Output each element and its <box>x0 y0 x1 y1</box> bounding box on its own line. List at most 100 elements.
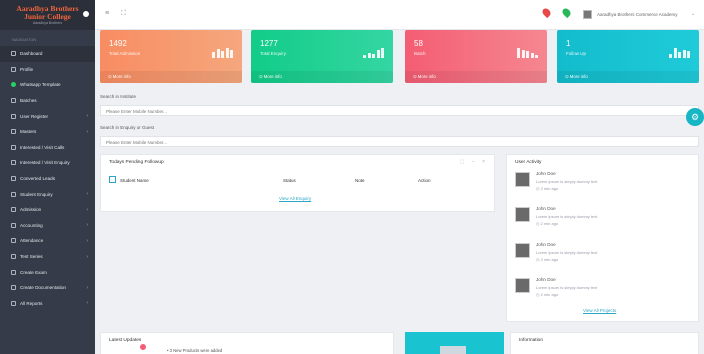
update-badge-icon[interactable] <box>140 344 146 350</box>
activity-name: John Doe <box>536 171 556 176</box>
sparkline-bar <box>376 50 380 58</box>
sidebar-item-converted-leads[interactable]: Converted Leads <box>0 171 95 187</box>
fullscreen-icon[interactable]: ⛶ <box>121 10 126 18</box>
sidebar-item-student-enquiry[interactable]: Student Enquiry › <box>0 186 95 202</box>
select-all-checkbox[interactable] <box>109 176 116 183</box>
sidebar-item-attendance[interactable]: Attendance › <box>0 233 95 249</box>
user-name[interactable]: Aaradhya Brothers Commerce Academy <box>597 12 678 17</box>
activity-time: ◷ 2 min ago <box>536 257 559 262</box>
sidebar-item-label: Create Documentation <box>20 285 66 291</box>
sparkline-bar <box>517 48 520 58</box>
sparkline-bar <box>212 52 215 58</box>
sidebar-item-label: Create Exam <box>20 269 47 275</box>
sidebar-item-interested-visit-calls[interactable]: Interested / Visit Calls <box>0 140 95 156</box>
activity-item: John Doe Lorem ipsum is simply dummy tex… <box>515 205 625 233</box>
sidebar-item-label: Profile <box>20 66 34 72</box>
more-info-label: More info <box>417 74 436 79</box>
nav-item-icon <box>11 51 16 57</box>
sparkline-bar <box>225 48 229 58</box>
col-student-name: Student Name <box>120 178 149 183</box>
chevron-right-icon: › <box>86 284 88 291</box>
activity-name: John Doe <box>536 206 556 211</box>
activity-item: John Doe Lorem ipsum is simply dummy tex… <box>515 170 625 198</box>
sidebar-item-create-documentation[interactable]: Create Documentation › <box>0 280 95 296</box>
activity-avatar <box>515 207 530 222</box>
sparkline-bar <box>363 55 366 58</box>
more-info-label: More info <box>569 74 588 79</box>
search-institute-label: Search in Institute <box>100 94 137 99</box>
brand-toggle-icon[interactable] <box>83 11 89 17</box>
stat-label: Batch <box>414 51 426 56</box>
sidebar-item-whatsapp-template[interactable]: Whatsapp Template <box>0 77 95 93</box>
search-institute-input[interactable]: Please Enter Mobile Number... <box>100 105 699 116</box>
nav-item-icon <box>11 129 16 135</box>
activity-time-label: 2 min ago <box>540 257 559 262</box>
stat-value: 1 <box>566 39 571 48</box>
sidebar-item-user-register[interactable]: User Register › <box>0 108 95 124</box>
sidebar-item-accounting[interactable]: Accounting › <box>0 218 95 234</box>
menu-icon[interactable]: ≡ <box>105 10 109 17</box>
view-all-enquiry-link[interactable]: View All Enquiry <box>279 196 311 201</box>
chevron-right-icon: › <box>86 191 88 198</box>
sparkline-icon <box>669 48 690 58</box>
view-all-projects-link[interactable]: View All Projects <box>583 308 616 313</box>
sidebar-item-label: Accounting <box>20 222 43 228</box>
chevron-right-icon: › <box>86 128 88 135</box>
panel-tools-icon[interactable]: ⬚ − × <box>460 159 488 165</box>
sidebar-item-dashboard[interactable]: Dashboard <box>0 46 95 62</box>
more-info-link[interactable]: ⊙ More info <box>557 71 699 83</box>
brand-line-2: Junior College <box>24 11 71 21</box>
user-menu-caret-icon[interactable]: ⌄ <box>691 11 695 17</box>
activity-time: ◷ 2 min ago <box>536 221 559 226</box>
activity-name: John Doe <box>536 277 556 282</box>
chevron-right-icon: › <box>86 222 88 229</box>
stat-card-followup: 1 Follow Up ⊙ More info <box>557 30 699 83</box>
activity-text: Lorem ipsum is simply dummy text <box>536 178 598 184</box>
sidebar-item-label: User Register <box>20 113 49 119</box>
search-enquiry-input[interactable]: Please Enter Mobile Number... <box>100 136 699 147</box>
nav-item-icon <box>11 269 16 275</box>
sparkline-bar <box>221 51 224 58</box>
nav-item-icon <box>11 144 16 150</box>
sidebar-item-admission[interactable]: Admission › <box>0 202 95 218</box>
sparkline-bar <box>521 50 525 58</box>
sparkline-bar <box>669 54 672 58</box>
nav-item-icon <box>11 98 16 104</box>
activity-name: John Doe <box>536 242 556 247</box>
more-info-link[interactable]: ⊙ More info <box>100 71 242 83</box>
sidebar-item-all-reports[interactable]: All Reports › <box>0 296 95 312</box>
stat-value: 58 <box>414 39 423 48</box>
sidebar-item-batches[interactable]: Batches <box>0 93 95 109</box>
information-title: Information <box>519 338 543 343</box>
sidebar-item-profile[interactable]: Profile <box>0 62 95 78</box>
more-info-link[interactable]: ⊙ More info <box>251 71 393 83</box>
activity-time-label: 2 min ago <box>540 221 559 226</box>
sidebar-item-create-exam[interactable]: Create Exam <box>0 264 95 280</box>
info-banner-figure <box>440 346 466 354</box>
sidebar-item-label: Attendance <box>20 238 44 244</box>
stat-label: Follow Up <box>566 51 587 56</box>
activity-avatar <box>515 278 530 293</box>
sidebar-item-masters[interactable]: Masters › <box>0 124 95 140</box>
sidebar-item-label: Converted Leads <box>20 176 55 182</box>
sparkline-bar <box>530 53 534 58</box>
activity-time: ◷ 2 min ago <box>536 186 559 191</box>
brand-logo[interactable]: Aaradhya Brothers Junior College Aaradhy… <box>0 0 95 30</box>
settings-fab-icon[interactable]: ⚙ <box>686 108 704 126</box>
user-avatar[interactable] <box>583 10 592 19</box>
stat-card-batch: 58 Batch ⊙ More info <box>405 30 547 83</box>
sparkline-icon <box>212 48 233 58</box>
sidebar-item-interested-visit-enquiry[interactable]: Interested / Visit Enquiry <box>0 155 95 171</box>
nav-item-icon <box>11 207 16 213</box>
nav-item-icon <box>11 238 16 244</box>
nav-item-icon <box>11 160 16 166</box>
activity-time-label: 2 min ago <box>540 292 559 297</box>
more-info-link[interactable]: ⊙ More info <box>405 71 547 83</box>
activity-avatar <box>515 243 530 258</box>
activity-text: Lorem ipsum is simply dummy text <box>536 213 598 219</box>
sidebar-item-label: Dashboard <box>20 51 43 57</box>
sidebar-item-test-series[interactable]: Test Series › <box>0 249 95 265</box>
sidebar-item-label: All Reports <box>20 300 43 306</box>
stat-card-admission: 1492 Total Admission ⊙ More info <box>100 30 242 83</box>
sidebar-item-label: Masters <box>20 129 37 135</box>
